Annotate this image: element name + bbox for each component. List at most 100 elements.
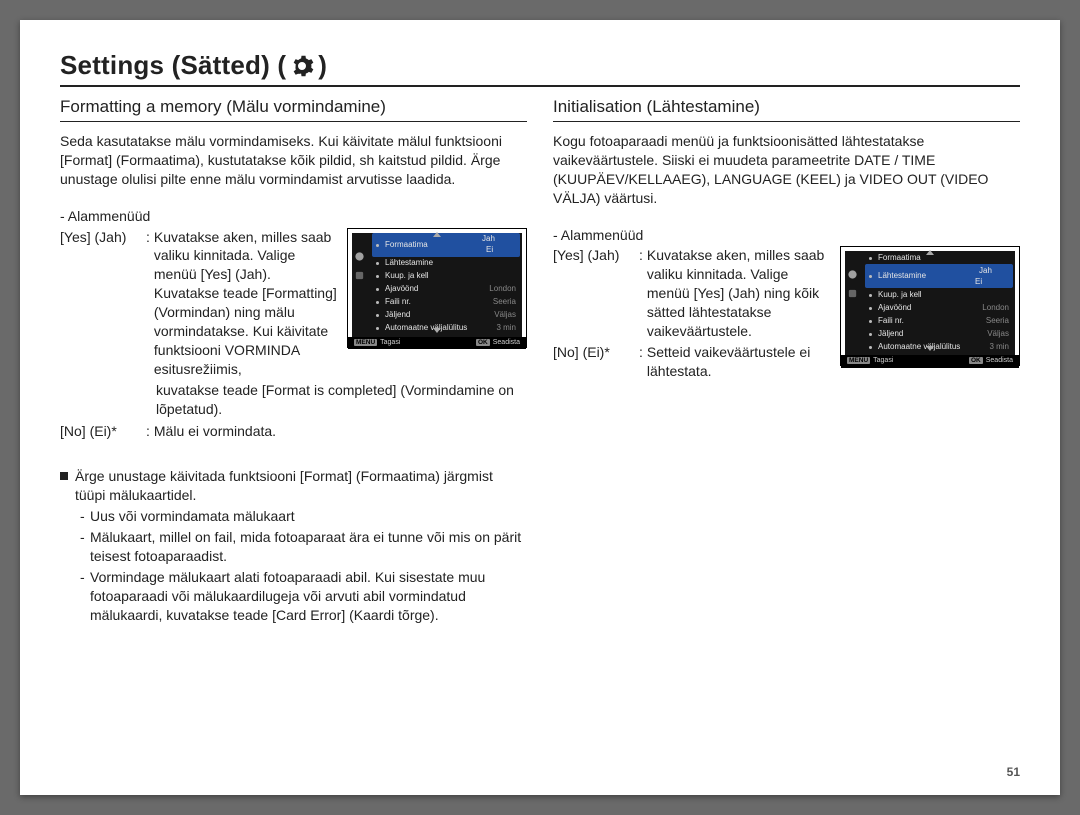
right-submenu-label: - Alammenüüd xyxy=(553,226,1020,245)
menu-row-label: Lähtestamine xyxy=(376,258,433,268)
square-bullet-icon xyxy=(60,472,68,480)
menu-row-label: Automaatne väljalülitus xyxy=(869,342,960,352)
wrench-icon xyxy=(354,270,365,281)
left-intro-text: Seda kasutatakse mälu vormindamiseks. Ku… xyxy=(60,132,527,189)
arrow-up-icon xyxy=(433,232,441,237)
menu-row-value: Seeria xyxy=(493,297,516,307)
menu-row-label: Automaatne väljalülitus xyxy=(376,323,467,333)
left-no-definition: [No] (Ei)* : Mälu ei vormindata. xyxy=(60,422,527,441)
menu-row: Lähtestamine xyxy=(372,257,520,270)
yes-desc: Kuvatakse aken, milles saab valiku kinni… xyxy=(647,246,832,340)
menu-row-option: Jah xyxy=(482,234,495,244)
menu-row-value: Väljas xyxy=(494,310,516,320)
menu-row-label: Kuup. ja kell xyxy=(869,290,922,300)
right-submenu: - Alammenüüd [Yes] (Jah) : Kuvatakse ake… xyxy=(553,226,1020,381)
menu-row: Kuup. ja kell xyxy=(372,270,520,283)
menu-tag: MENU xyxy=(354,339,377,346)
shot-footer: MENUTagasi OKSeadista xyxy=(348,337,526,350)
menu-tag: MENU xyxy=(847,357,870,364)
note-item-1: - Uus või vormindamata mälukaart xyxy=(60,507,527,526)
menu-row-label: Jäljend xyxy=(869,329,903,339)
title-suffix: ) xyxy=(318,50,327,81)
menu-row-label: Faili nr. xyxy=(376,297,411,307)
menu-row: Faili nr. Seeria xyxy=(372,296,520,309)
menu-row-value: London xyxy=(489,284,516,294)
footer-left-label: Tagasi xyxy=(873,357,893,364)
menu-row-options: JahEi xyxy=(975,266,1009,287)
menu-row-label: Faili nr. xyxy=(869,316,904,326)
menu-row: Automaatne väljalülitus 3 min xyxy=(865,340,1013,353)
right-section-title: Initialisation (Lähtestamine) xyxy=(553,97,1020,122)
menu-row: Kuup. ja kell xyxy=(865,288,1013,301)
note-2-text: Mälukaart, millel on fail, mida fotoapar… xyxy=(90,528,527,566)
camera-menu-screenshot-reset: Formaatima Lähtestamine JahEi Kuup. ja kell… xyxy=(840,246,1020,366)
right-yes-row: [Yes] (Jah) : Kuvatakse aken, milles saa… xyxy=(553,244,1020,380)
gear-icon xyxy=(354,251,365,262)
menu-row-label: Formaatima xyxy=(869,253,921,263)
shot-sidebar xyxy=(348,229,370,337)
note-3-text: Vormindage mälukaart alati fotoaparaadi … xyxy=(90,568,527,625)
menu-row-value: Väljas xyxy=(987,329,1009,339)
page-number: 51 xyxy=(1007,765,1020,779)
menu-row: Formaatima JahEi xyxy=(372,233,520,257)
yes-desc-part1: Kuvatakse aken, milles saab valiku kinni… xyxy=(154,228,339,379)
shot-menu-list: Formaatima JahEi Lähtestamine Kuup. ja kell… xyxy=(370,229,526,337)
footer-right-label: Seadista xyxy=(493,339,520,346)
menu-row-value: London xyxy=(982,303,1009,313)
menu-row-value: 3 min xyxy=(496,323,516,333)
no-desc: Mälu ei vormindata. xyxy=(154,422,527,441)
camera-menu-screenshot-format: Formaatima JahEi Lähtestamine Kuup. ja kell… xyxy=(347,228,527,348)
arrow-down-icon xyxy=(926,346,934,351)
notes-block: Ärge unustage käivitada funktsiooni [For… xyxy=(60,467,527,624)
content-columns: Formatting a memory (Mälu vormindamine) … xyxy=(60,97,1020,624)
menu-row-options: JahEi xyxy=(482,234,516,255)
yes-term: [Yes] (Jah) xyxy=(553,246,639,340)
menu-row-label: Lähtestamine xyxy=(869,271,926,281)
footer-left-label: Tagasi xyxy=(380,339,400,346)
menu-row: AjavööndLondon xyxy=(865,301,1013,314)
left-submenu-label: - Alammenüüd xyxy=(60,207,527,226)
yes-desc-part2: kuvatakse teade [Format is completed] (V… xyxy=(60,381,527,419)
menu-row-value: Seeria xyxy=(986,316,1009,326)
right-intro-text: Kogu fotoaparaadi menüü ja funktsioonisä… xyxy=(553,132,1020,208)
wrench-icon xyxy=(847,288,858,299)
shot-menu-list: Formaatima Lähtestamine JahEi Kuup. ja kell… xyxy=(863,247,1019,355)
page-title: Settings (Sätted) ( ) xyxy=(60,50,1020,87)
menu-row: Faili nr. Seeria xyxy=(865,314,1013,327)
menu-row: Lähtestamine JahEi xyxy=(865,264,1013,288)
note-item-2: - Mälukaart, millel on fail, mida fotoap… xyxy=(60,528,527,566)
menu-row-option: Jah xyxy=(975,266,996,276)
ok-tag: OK xyxy=(969,357,983,364)
no-term: [No] (Ei)* xyxy=(553,343,639,381)
menu-row: Formaatima xyxy=(865,251,1013,264)
arrow-up-icon xyxy=(926,250,934,255)
shot-footer: MENUTagasi OKSeadista xyxy=(841,355,1019,368)
note-1-text: Uus või vormindamata mälukaart xyxy=(90,507,527,526)
right-column: Initialisation (Lähtestamine) Kogu fotoa… xyxy=(553,97,1020,624)
footer-right-label: Seadista xyxy=(986,357,1013,364)
no-desc: Setteid vaikeväärtustele ei lähtestata. xyxy=(647,343,832,381)
left-column: Formatting a memory (Mälu vormindamine) … xyxy=(60,97,527,624)
menu-row-label: Formaatima xyxy=(376,240,428,250)
gear-icon xyxy=(290,54,314,78)
gear-icon xyxy=(847,269,858,280)
menu-row-option: Ei xyxy=(975,277,982,287)
manual-page: Settings (Sätted) ( ) Formatting a memor… xyxy=(20,20,1060,795)
menu-row: Jäljend Väljas xyxy=(372,309,520,322)
notes-lead: Ärge unustage käivitada funktsiooni [For… xyxy=(60,467,527,505)
menu-row-value: 3 min xyxy=(989,342,1009,352)
yes-term: [Yes] (Jah) xyxy=(60,228,146,379)
menu-row-label: Ajavöönd xyxy=(376,284,418,294)
menu-row: Automaatne väljalülitus 3 min xyxy=(372,322,520,335)
ok-tag: OK xyxy=(476,339,490,346)
title-prefix: Settings (Sätted) ( xyxy=(60,50,286,81)
no-term: [No] (Ei)* xyxy=(60,422,146,441)
left-yes-row: [Yes] (Jah) : Kuvatakse aken, milles saa… xyxy=(60,226,527,379)
notes-lead-text: Ärge unustage käivitada funktsiooni [For… xyxy=(75,467,527,505)
menu-row: Ajavöönd London xyxy=(372,283,520,296)
right-yes-definition: [Yes] (Jah) : Kuvatakse aken, milles saa… xyxy=(553,246,832,340)
left-submenu: - Alammenüüd [Yes] (Jah) : Kuvatakse ake… xyxy=(60,207,527,442)
shot-sidebar xyxy=(841,247,863,355)
menu-row-option: Ei xyxy=(482,245,497,255)
menu-row-label: Jäljend xyxy=(376,310,410,320)
